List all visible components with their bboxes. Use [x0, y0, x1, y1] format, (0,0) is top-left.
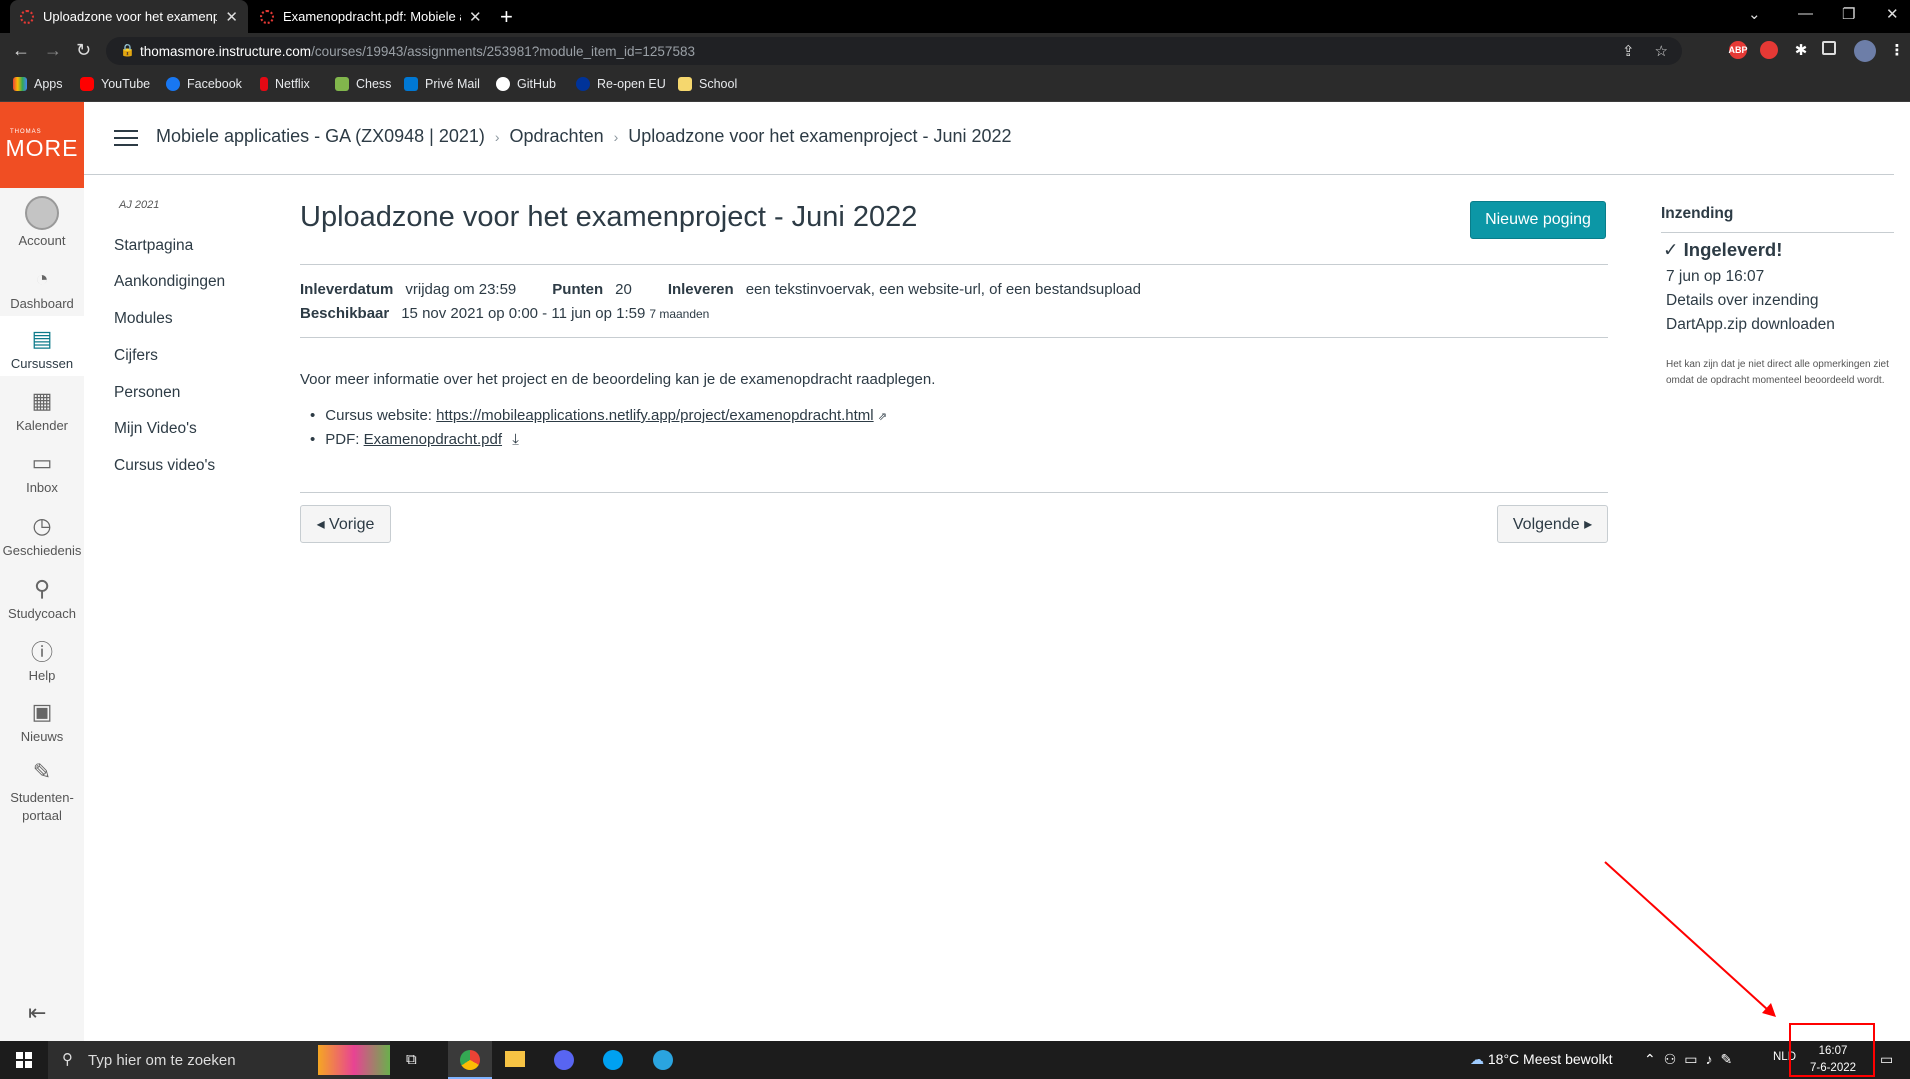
clock-highlight-box [1789, 1023, 1875, 1077]
annotation-arrow-icon [1604, 861, 1776, 1017]
